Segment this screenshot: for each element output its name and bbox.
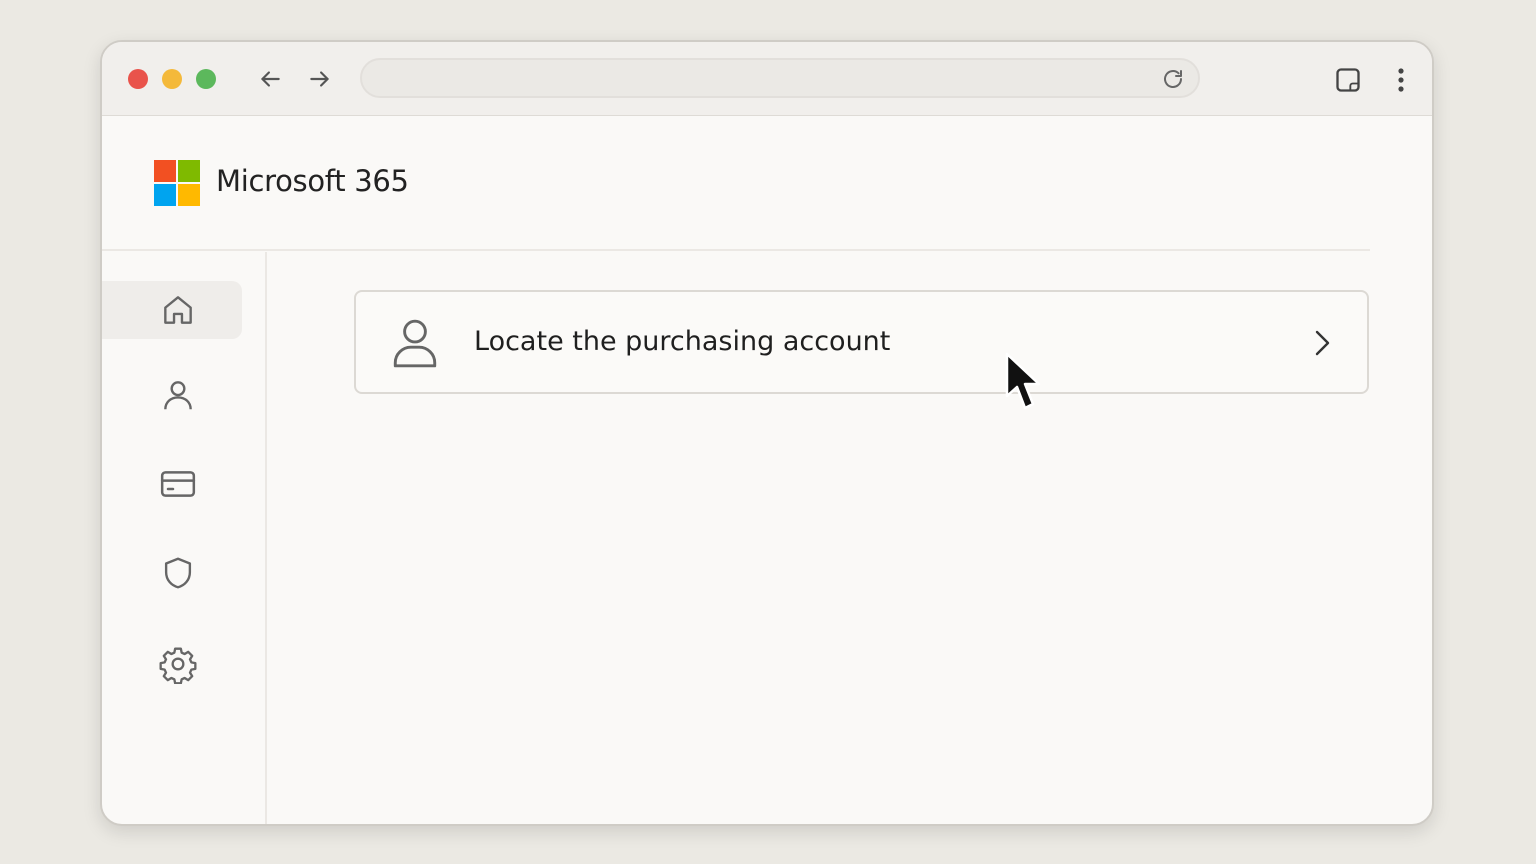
app-title: Microsoft 365 xyxy=(216,164,409,198)
card-label: Locate the purchasing account xyxy=(474,326,891,357)
sidebar-item-users[interactable] xyxy=(102,366,242,424)
user-icon xyxy=(164,381,192,410)
microsoft-logo[interactable] xyxy=(154,160,202,208)
shield-icon xyxy=(164,557,192,589)
tab-icon xyxy=(1336,68,1360,92)
reload-icon xyxy=(1164,70,1182,88)
reload-button[interactable] xyxy=(1160,66,1186,92)
sidebar-item-settings[interactable] xyxy=(102,635,242,693)
arrow-right-icon xyxy=(310,71,329,87)
sidebar-item-security[interactable] xyxy=(102,544,242,602)
header-divider xyxy=(102,249,1370,251)
browser-menu-button[interactable] xyxy=(1388,64,1414,96)
browser-window: Microsoft 365 Locate the purchasing acco… xyxy=(100,40,1434,826)
arrow-left-icon xyxy=(261,71,280,87)
forward-button[interactable] xyxy=(303,62,337,96)
logo-square-yellow xyxy=(178,184,200,206)
sidebar xyxy=(102,252,267,824)
maximize-window-button[interactable] xyxy=(196,69,216,89)
minimize-window-button[interactable] xyxy=(162,69,182,89)
sidebar-item-billing[interactable] xyxy=(102,455,242,513)
sidebar-item-home[interactable] xyxy=(102,281,242,339)
locate-purchasing-account-card[interactable]: Locate the purchasing account xyxy=(354,290,1369,394)
billing-card-icon xyxy=(160,471,196,497)
logo-square-red xyxy=(154,160,176,182)
app-header: Microsoft 365 xyxy=(102,116,1432,250)
gear-icon xyxy=(159,647,197,684)
address-bar[interactable] xyxy=(360,58,1200,98)
logo-square-green xyxy=(178,160,200,182)
browser-toolbar xyxy=(102,42,1432,116)
back-button[interactable] xyxy=(253,62,287,96)
home-icon xyxy=(164,296,192,324)
address-input[interactable] xyxy=(382,60,1146,98)
user-icon xyxy=(393,319,437,368)
close-window-button[interactable] xyxy=(128,69,148,89)
more-vertical-icon xyxy=(1398,68,1404,92)
logo-square-blue xyxy=(154,184,176,206)
chevron-right-icon xyxy=(1315,330,1330,356)
tab-overview-button[interactable] xyxy=(1332,64,1364,96)
